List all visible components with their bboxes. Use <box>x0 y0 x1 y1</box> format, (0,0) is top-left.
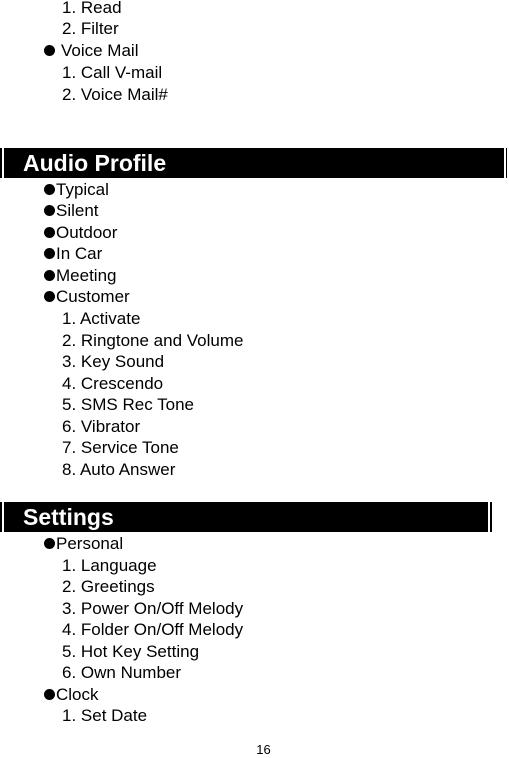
list-item: 1. Set Date <box>62 706 148 725</box>
list-item-bullet: Customer <box>44 287 130 307</box>
list-item-label: Meeting <box>56 266 117 285</box>
list-item-bullet: Clock <box>44 685 99 705</box>
list-item-label: Typical <box>56 180 109 199</box>
list-item: 5. SMS Rec Tone <box>62 395 194 414</box>
list-item-label: Personal <box>56 534 124 553</box>
list-item: 1. Language <box>62 556 157 575</box>
list-item: 3. Key Sound <box>62 352 165 371</box>
list-item: 4. Crescendo <box>62 374 164 393</box>
list-item: 6. Vibrator <box>62 417 141 436</box>
list-item-bullet: Typical <box>44 180 109 200</box>
bullet-icon <box>44 184 55 195</box>
list-item-label: In Car <box>56 244 103 263</box>
list-item: 6. Own Number <box>62 663 182 682</box>
list-item-bullet: Voice Mail <box>44 41 138 61</box>
list-item: 3. Power On/Off Melody <box>62 599 244 618</box>
list-item: 2. Ringtone and Volume <box>62 331 244 350</box>
bullet-icon <box>44 227 55 238</box>
list-item: 7. Service Tone <box>62 438 179 457</box>
list-item: 1. Activate <box>62 309 141 328</box>
section-title: Settings <box>23 504 114 530</box>
list-item: 2. Filter <box>62 19 119 38</box>
header-stripe-right <box>488 502 490 532</box>
bullet-icon <box>44 205 55 216</box>
bullet-icon <box>44 291 55 302</box>
bullet-icon <box>44 689 55 700</box>
list-item: 5. Hot Key Setting <box>62 642 200 661</box>
list-item-bullet: In Car <box>44 244 102 264</box>
list-item: 8. Auto Answer <box>62 460 176 479</box>
list-item: 2. Greetings <box>62 577 155 596</box>
list-item-label: Customer <box>56 287 130 306</box>
list-item-bullet: Silent <box>44 201 99 221</box>
list-item-label: Clock <box>56 685 99 704</box>
list-item-label: Voice Mail <box>61 41 139 60</box>
section-header-settings: Settings <box>0 502 492 532</box>
header-stripe-right <box>504 148 506 178</box>
list-item-bullet: Outdoor <box>44 223 117 243</box>
bullet-icon <box>44 270 55 281</box>
bullet-icon <box>44 45 55 56</box>
list-item: 4. Folder On/Off Melody <box>62 620 244 639</box>
list-item: 2. Voice Mail# <box>62 85 168 104</box>
page-number: 16 <box>256 742 271 757</box>
section-header-audio-profile: Audio Profile <box>0 148 507 178</box>
list-item: 1. Call V-mail <box>62 63 163 82</box>
header-stripe-left <box>2 148 4 178</box>
section-title: Audio Profile <box>23 150 167 176</box>
list-item-label: Silent <box>56 201 99 220</box>
list-item-bullet: Personal <box>44 534 123 554</box>
list-item-label: Outdoor <box>56 223 118 242</box>
bullet-icon <box>44 538 55 549</box>
bullet-icon <box>44 248 55 259</box>
header-stripe-left <box>2 502 4 532</box>
list-item-bullet: Meeting <box>44 266 116 286</box>
list-item: 1. Read <box>62 0 122 17</box>
